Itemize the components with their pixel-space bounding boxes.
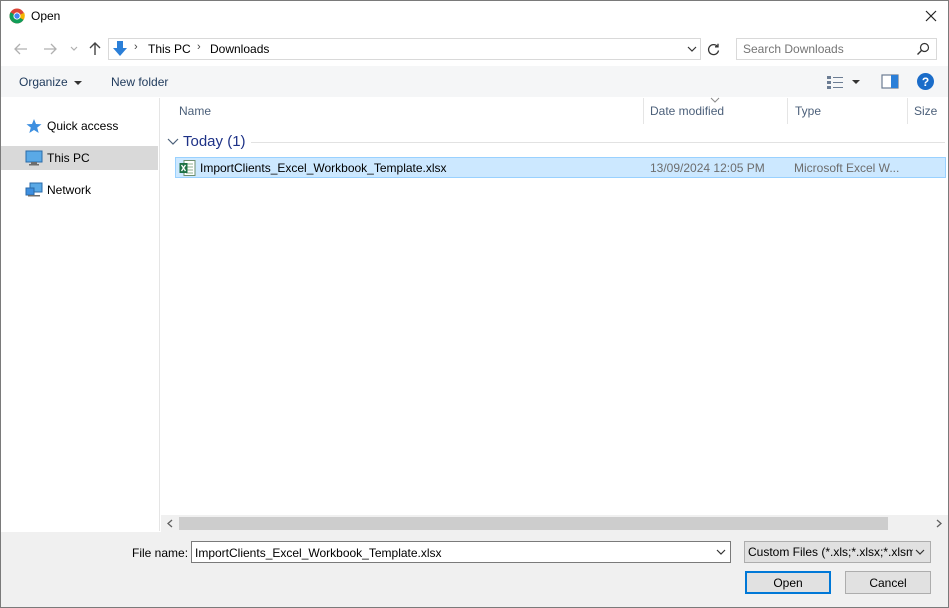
file-type-filter-value: Custom Files (*.xls;*.xlsx;*.xlsm xyxy=(748,545,913,559)
organize-button[interactable]: Organize xyxy=(19,75,83,89)
file-name-input[interactable] xyxy=(195,545,705,560)
up-arrow-icon xyxy=(89,42,101,55)
address-bar[interactable]: › This PC › Downloads xyxy=(108,38,701,60)
column-header-name[interactable]: Name xyxy=(179,104,211,124)
horizontal-scrollbar[interactable] xyxy=(161,515,948,532)
open-button[interactable]: Open xyxy=(745,571,831,594)
column-header-size[interactable]: Size xyxy=(914,104,937,124)
breadcrumb-separator: › xyxy=(134,41,138,53)
downloads-arrow-icon xyxy=(113,41,127,56)
back-arrow-icon xyxy=(14,43,27,55)
nav-item-network[interactable]: Network xyxy=(1,178,158,202)
file-type: Microsoft Excel W... xyxy=(794,161,900,175)
change-view-button[interactable] xyxy=(827,74,861,90)
column-header-type[interactable]: Type xyxy=(795,104,821,124)
close-icon xyxy=(925,10,937,22)
file-date-modified: 13/09/2024 12:05 PM xyxy=(650,161,765,175)
new-folder-button[interactable]: New folder xyxy=(111,75,168,89)
file-name: ImportClients_Excel_Workbook_Template.xl… xyxy=(200,161,447,175)
nav-item-quick-access[interactable]: Quick access xyxy=(1,114,158,138)
file-type-filter-select[interactable]: Custom Files (*.xls;*.xlsx;*.xlsm xyxy=(744,541,931,563)
chevron-down-icon[interactable] xyxy=(686,42,698,56)
chevron-down-icon xyxy=(915,549,925,555)
search-box[interactable] xyxy=(736,38,937,60)
file-name-combobox[interactable] xyxy=(191,541,731,563)
refresh-icon xyxy=(707,43,719,55)
computer-icon xyxy=(25,150,43,166)
back-button[interactable] xyxy=(12,39,30,59)
breadcrumb-downloads[interactable]: Downloads xyxy=(210,42,269,56)
excel-file-icon xyxy=(179,160,196,176)
group-divider xyxy=(251,142,945,143)
network-icon xyxy=(25,182,43,197)
file-list-item[interactable]: ImportClients_Excel_Workbook_Template.xl… xyxy=(175,157,946,178)
nav-label-network: Network xyxy=(47,183,92,197)
column-divider[interactable] xyxy=(787,98,788,124)
group-header-today[interactable]: Today (1) xyxy=(183,133,246,150)
recent-locations-button[interactable] xyxy=(65,39,83,59)
nav-label-this-pc: This PC xyxy=(47,151,90,165)
nav-label-quick-access: Quick access xyxy=(47,119,119,133)
chrome-icon xyxy=(9,8,25,24)
breadcrumb-separator: › xyxy=(197,41,201,53)
column-divider[interactable] xyxy=(643,98,644,124)
up-button[interactable] xyxy=(86,39,104,59)
cancel-button[interactable]: Cancel xyxy=(845,571,931,594)
window-title: Open xyxy=(31,9,61,23)
preview-pane-button[interactable] xyxy=(881,74,899,90)
title-bar: Open xyxy=(1,1,948,32)
chevron-down-icon[interactable] xyxy=(167,137,179,147)
dropdown-arrow-icon xyxy=(74,80,83,85)
help-button[interactable]: ? xyxy=(917,73,934,90)
refresh-button[interactable] xyxy=(703,39,723,59)
file-name-label: File name: xyxy=(132,546,189,560)
search-input[interactable] xyxy=(743,41,908,57)
chevron-down-icon xyxy=(70,46,78,51)
scroll-left-arrow-icon[interactable] xyxy=(163,517,177,530)
help-icon: ? xyxy=(921,74,930,89)
chevron-down-icon[interactable] xyxy=(715,546,727,558)
details-view-icon xyxy=(827,76,843,89)
forward-button[interactable] xyxy=(41,39,59,59)
open-dialog-window: Open › This PC › Downloads Search Downlo… xyxy=(0,0,949,608)
nav-item-this-pc[interactable]: This PC xyxy=(1,146,158,170)
star-icon xyxy=(26,119,42,133)
breadcrumb-this-pc[interactable]: This PC xyxy=(148,42,191,56)
navigation-pane: Quick access This PC Network xyxy=(1,98,160,531)
search-icon xyxy=(917,42,930,55)
close-button[interactable] xyxy=(917,4,945,28)
column-header-date-modified[interactable]: Date modified xyxy=(650,104,724,124)
organize-label: Organize xyxy=(19,75,68,89)
sort-indicator-icon xyxy=(710,97,720,103)
column-divider[interactable] xyxy=(907,98,908,124)
scrollbar-thumb[interactable] xyxy=(179,517,888,530)
scroll-right-arrow-icon[interactable] xyxy=(932,517,946,530)
forward-arrow-icon xyxy=(44,43,57,55)
